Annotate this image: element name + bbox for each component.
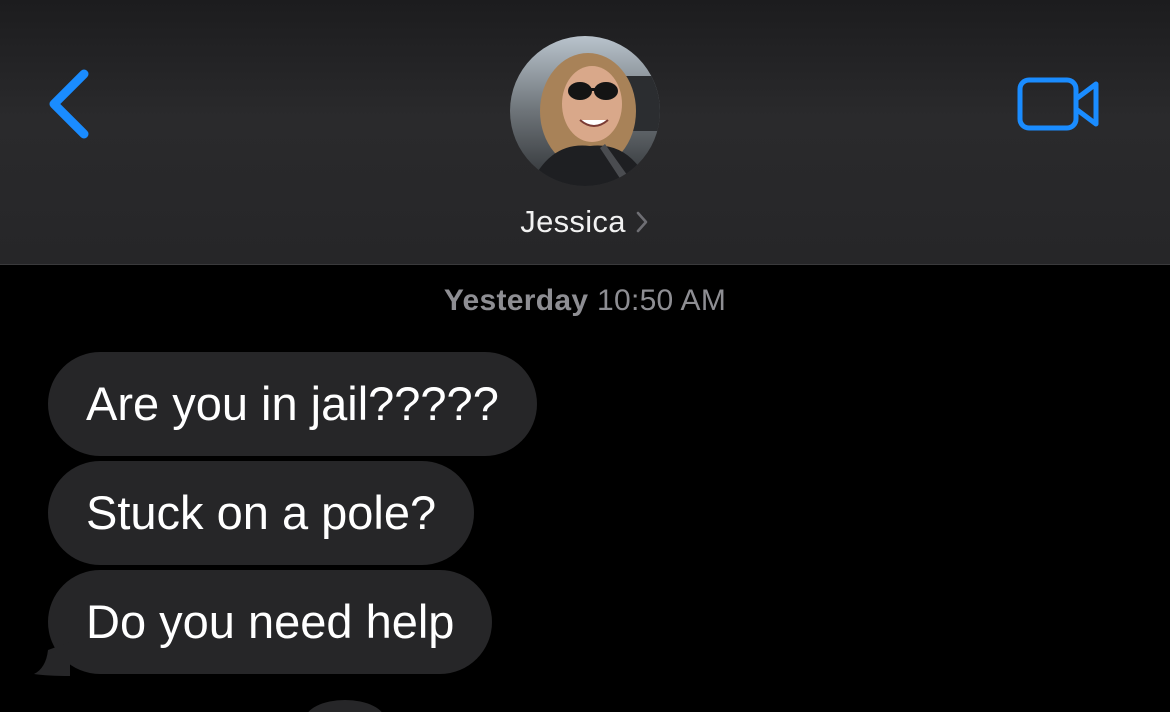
incoming-message-bubble[interactable]: Do you need help xyxy=(34,570,493,676)
facetime-video-button[interactable] xyxy=(1012,72,1104,136)
message-thread: Are you in jail????? Stuck on a pole? Do… xyxy=(34,352,948,679)
message-timestamp: Yesterday 10:50 AM xyxy=(0,284,1170,318)
timestamp-time: 10:50 AM xyxy=(596,284,727,317)
chevron-right-icon xyxy=(634,209,650,235)
timestamp-day: Yesterday xyxy=(443,284,589,317)
messages-conversation-screen: Jessica Yesterday 10:50 AM Are you in ja… xyxy=(0,0,1170,712)
contact-avatar[interactable] xyxy=(510,36,660,186)
message-text: Do you need help xyxy=(86,595,455,648)
contact-name-button[interactable]: Jessica xyxy=(0,198,1170,246)
contact-name: Jessica xyxy=(520,204,626,239)
message-text: Are you in jail????? xyxy=(86,377,499,430)
incoming-message-bubble[interactable]: Are you in jail????? xyxy=(48,352,537,456)
conversation-header: Jessica xyxy=(0,0,1170,265)
chevron-left-icon xyxy=(49,69,89,139)
next-item-peek xyxy=(305,700,385,712)
incoming-message-bubble[interactable]: Stuck on a pole? xyxy=(48,461,475,565)
message-text: Stuck on a pole? xyxy=(86,486,437,539)
bubble-tail xyxy=(30,642,70,676)
video-camera-icon xyxy=(1017,77,1099,131)
back-button[interactable] xyxy=(40,62,100,146)
